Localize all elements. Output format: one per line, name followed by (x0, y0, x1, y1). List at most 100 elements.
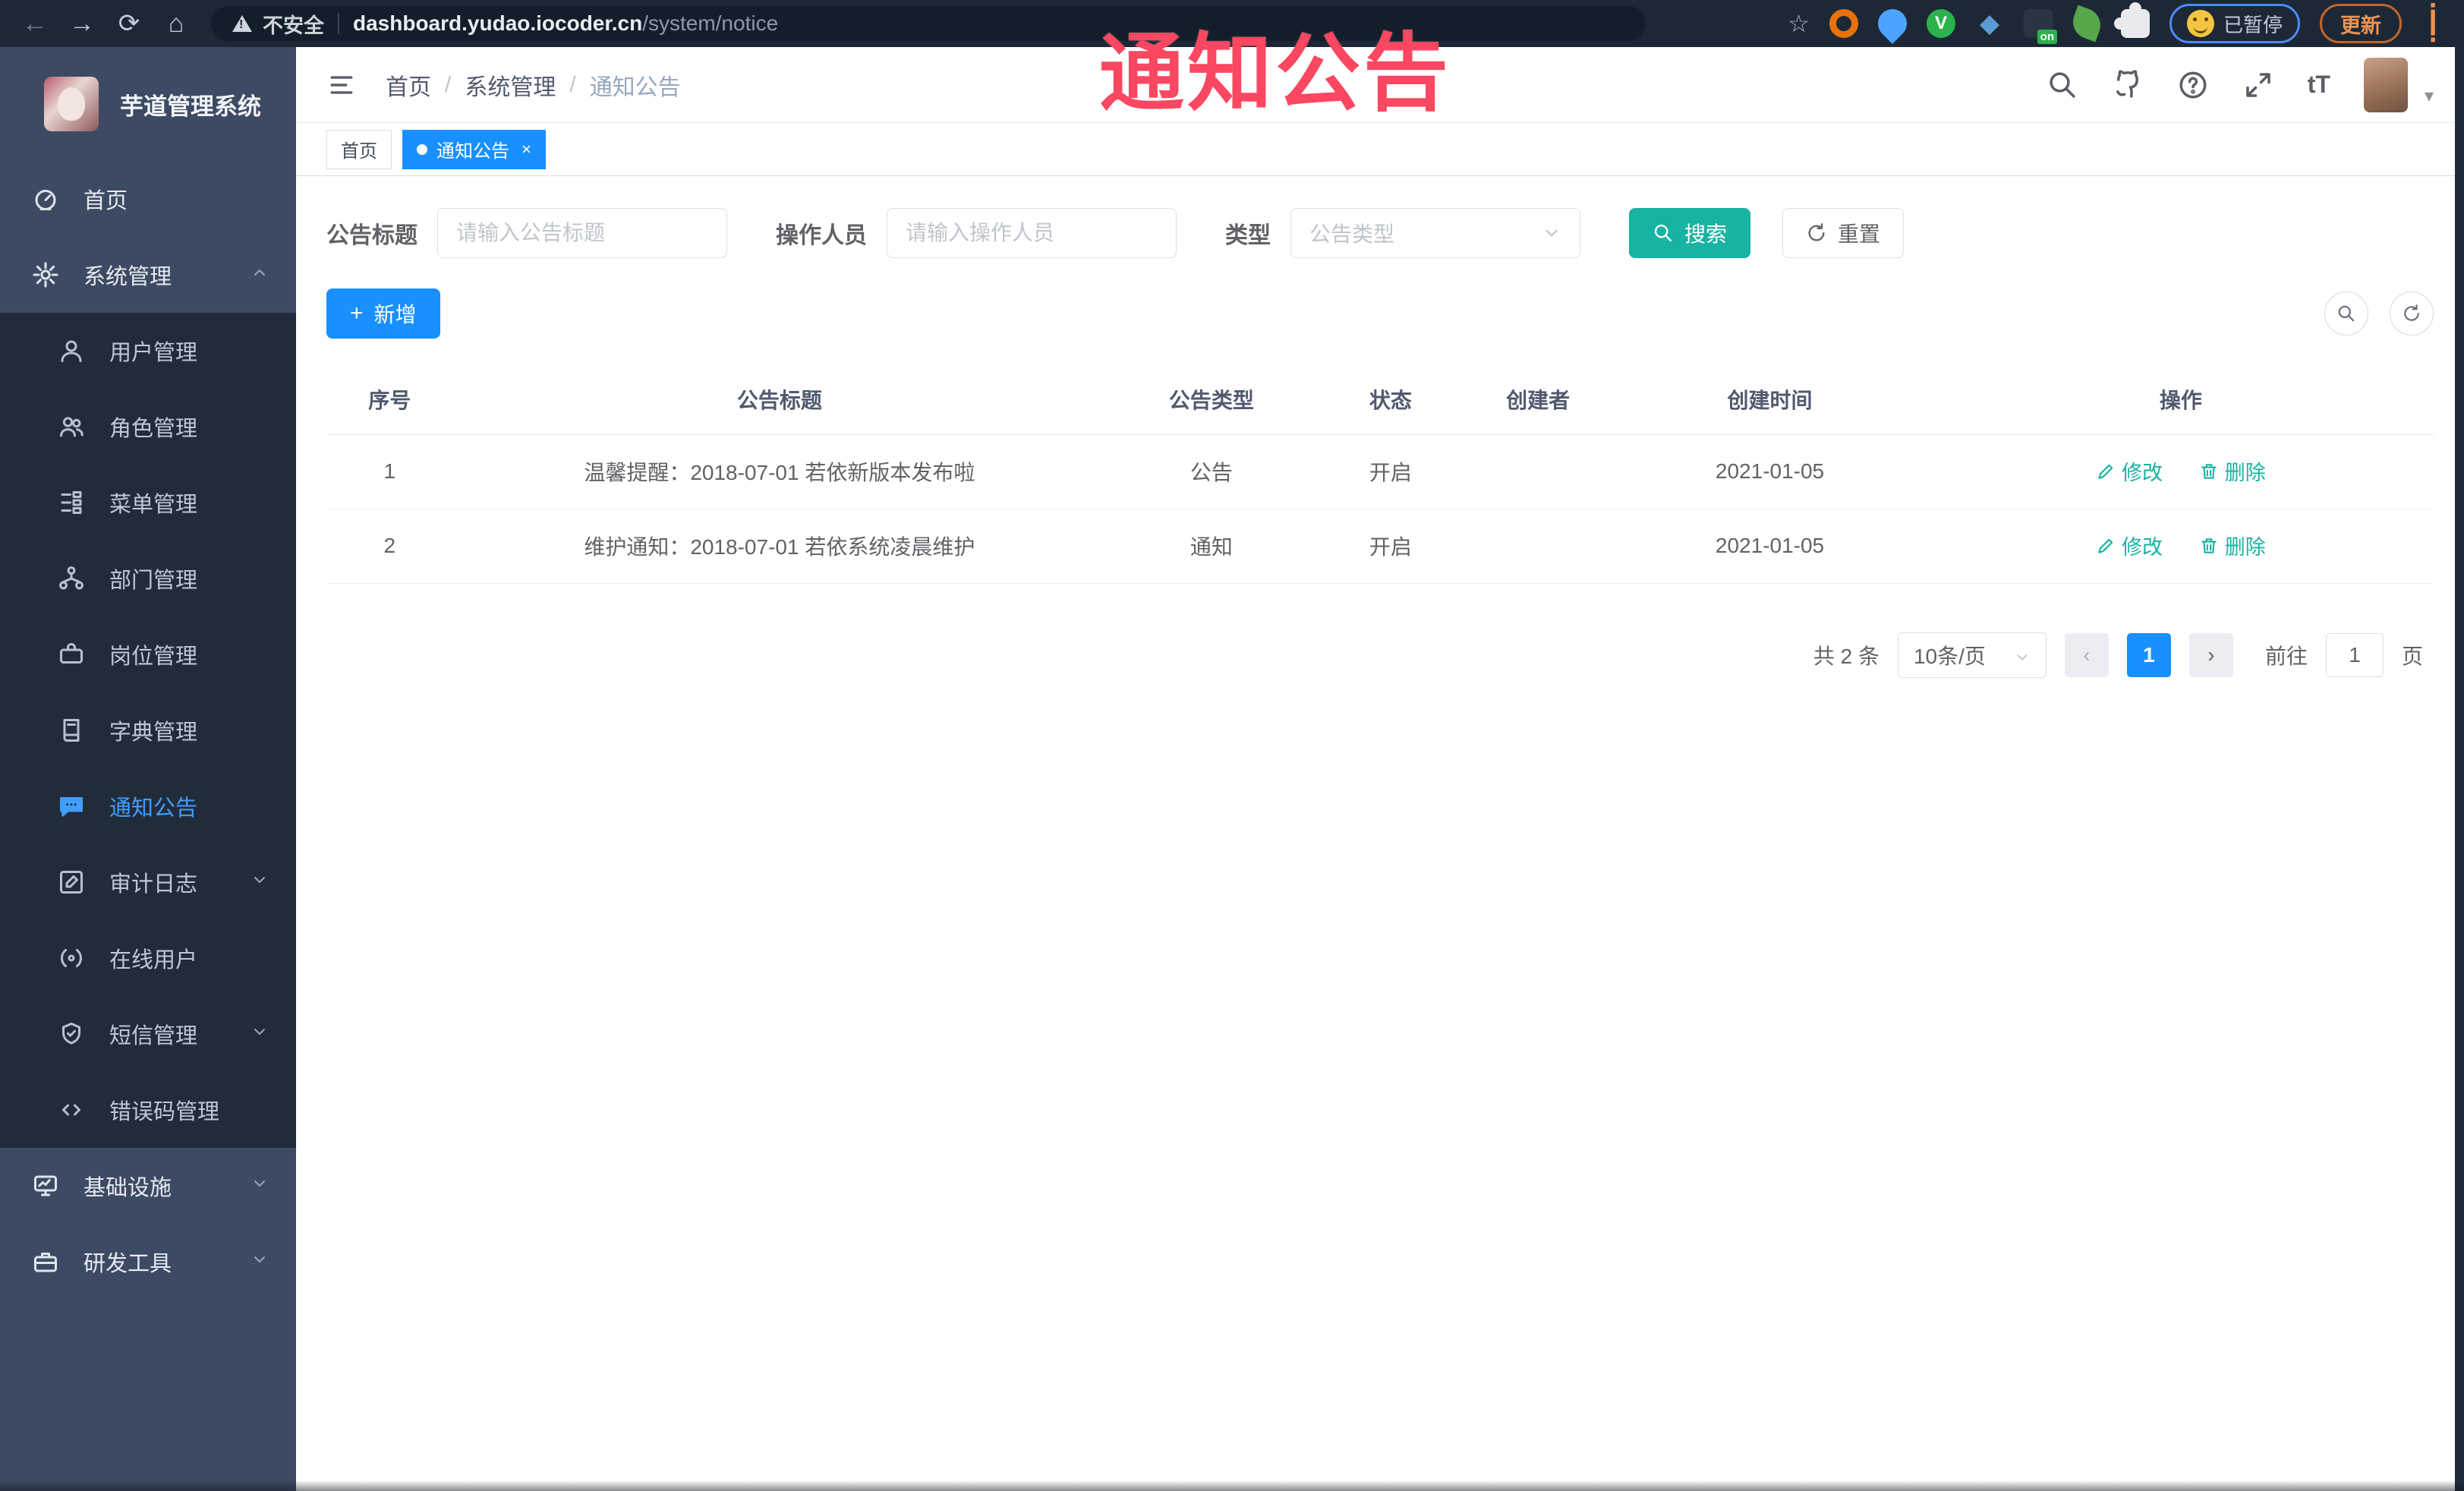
sidebar-item-label: 通知公告 (109, 796, 198, 821)
emoji-avatar-icon (2186, 10, 2214, 37)
edit-link[interactable]: 修改 (2096, 531, 2163, 560)
extensions-puzzle-icon[interactable] (2113, 2, 2150, 38)
dark-extension-icon[interactable]: on (2023, 9, 2057, 44)
page-size-select[interactable]: 10条/页 (1897, 632, 2047, 678)
delete-link[interactable]: 删除 (2199, 456, 2266, 486)
sidebar-item-audit-log[interactable]: 审计日志 (0, 844, 296, 920)
browser-update-button[interactable]: 更新 (2320, 4, 2402, 43)
search-icon[interactable] (2047, 69, 2078, 101)
diamond-extension-icon[interactable]: ◆ (1975, 9, 2004, 38)
address-bar[interactable]: 不安全 dashboard.yudao.iocoder.cn/system/no… (211, 6, 1646, 41)
breadcrumb-current: 通知公告 (589, 74, 681, 100)
chevron-down-icon (250, 1250, 269, 1275)
delete-label: 删除 (2224, 536, 2266, 560)
browser-back-icon[interactable]: ← (20, 9, 50, 39)
sidebar-item-dept-mgmt[interactable]: 部门管理 (0, 541, 296, 616)
sidebar-item-system-mgmt[interactable]: 系统管理 (0, 237, 296, 313)
leaf-extension-icon[interactable] (2068, 5, 2106, 43)
tab-home[interactable]: 首页 (326, 129, 392, 169)
col-title: 公告标题 (452, 364, 1107, 435)
sidebar-item-menu-mgmt[interactable]: 菜单管理 (0, 465, 296, 541)
fullscreen-icon[interactable] (2242, 69, 2274, 101)
sidebar-item-devtools[interactable]: 研发工具 (0, 1224, 296, 1300)
browser-home-icon[interactable]: ⌂ (161, 9, 191, 39)
sidebar-item-user-mgmt[interactable]: 用户管理 (0, 313, 296, 389)
tree-list-icon (58, 489, 85, 516)
edit-link[interactable]: 修改 (2096, 456, 2163, 486)
goto-page-input[interactable] (2325, 632, 2384, 677)
github-icon[interactable] (2112, 69, 2144, 101)
breadcrumb-separator: / (445, 71, 452, 97)
refresh-table-button[interactable] (2390, 292, 2434, 336)
search-button[interactable]: 搜索 (1629, 208, 1751, 258)
sidebar-item-label: 岗位管理 (109, 645, 198, 669)
goto-label: 前往 (2264, 644, 2308, 668)
main-area: 首页 / 系统管理 / 通知公告 tT ▾ 首页 通知公告 × 公告标题 请输入… (296, 47, 2464, 1491)
online-signal-icon (58, 944, 85, 972)
cell-created: 2021-01-05 (1612, 509, 1928, 584)
prev-page-button[interactable]: ‹ (2064, 632, 2109, 677)
cell-actions: 修改 删除 (1927, 434, 2434, 509)
add-button-label: 新增 (373, 303, 417, 326)
caret-down-icon: ▾ (2424, 86, 2434, 106)
current-page[interactable]: 1 (2126, 632, 2171, 677)
add-button[interactable]: + 新增 (326, 288, 440, 339)
operator-input[interactable] (887, 208, 1177, 258)
browser-reload-icon[interactable]: ⟳ (114, 8, 144, 39)
sidebar-item-online-users[interactable]: 在线用户 (0, 920, 296, 996)
breadcrumb-system[interactable]: 系统管理 (465, 68, 556, 102)
browser-forward-icon[interactable]: → (67, 9, 97, 39)
green-v-extension-icon[interactable]: V (1926, 9, 1955, 38)
sidebar-item-role-mgmt[interactable]: 角色管理 (0, 389, 296, 465)
sidebar-item-dict-mgmt[interactable]: 字典管理 (0, 692, 296, 768)
search-icon (1653, 222, 1674, 244)
hamburger-icon[interactable] (326, 72, 357, 98)
pin-extension-icon[interactable] (1872, 3, 1913, 44)
notice-title-input[interactable] (437, 208, 727, 258)
tab-label: 通知公告 (436, 141, 509, 162)
monitor-icon (32, 1172, 59, 1199)
profile-paused-chip[interactable]: 已暂停 (2169, 4, 2300, 43)
not-secure-label[interactable]: 不安全 (263, 9, 324, 39)
font-size-icon[interactable]: tT (2308, 71, 2330, 99)
delete-link[interactable]: 删除 (2199, 531, 2266, 560)
chevron-down-icon (250, 1022, 269, 1047)
tab-notice[interactable]: 通知公告 × (402, 129, 546, 169)
help-circle-icon[interactable] (2177, 69, 2209, 101)
cell-title: 维护通知：2018-07-01 若依系统凌晨维护 (452, 509, 1107, 584)
reset-button[interactable]: 重置 (1782, 208, 1905, 258)
bookmark-star-icon[interactable]: ☆ (1788, 9, 1810, 38)
chevron-down-icon (250, 870, 269, 895)
sidebar-item-errcode-mgmt[interactable]: 错误码管理 (0, 1072, 296, 1148)
orange-extension-icon[interactable] (1829, 9, 1858, 38)
app-logo[interactable]: 芋道管理系统 (0, 47, 296, 161)
next-page-button[interactable]: › (2188, 632, 2233, 677)
col-status: 状态 (1316, 364, 1465, 435)
reset-button-label: 重置 (1838, 222, 1881, 246)
cell-actions: 修改 删除 (1927, 509, 2434, 584)
window-bottom-edge (0, 1480, 2464, 1491)
dashboard-icon (32, 185, 59, 213)
notice-type-select[interactable]: 公告类型 (1290, 208, 1580, 258)
avatar[interactable] (2363, 57, 2408, 112)
close-icon[interactable]: × (521, 140, 531, 159)
browser-toolbar: ← → ⟳ ⌂ 不安全 dashboard.yudao.iocoder.cn/s… (0, 0, 2464, 47)
sidebar-item-label: 基础设施 (83, 1176, 172, 1200)
sidebar-item-sms-mgmt[interactable]: 短信管理 (0, 996, 296, 1072)
browser-menu-kebab-icon[interactable]: ⋮ ⋮ ⋮ (2421, 2, 2444, 46)
cell-type: 通知 (1106, 509, 1317, 584)
sidebar-item-home[interactable]: 首页 (0, 161, 296, 237)
table-row: 1 温馨提醒：2018-07-01 若依新版本发布啦 公告 开启 2021-01… (326, 434, 2434, 509)
col-creator: 创建者 (1464, 364, 1612, 435)
sidebar-item-infrastructure[interactable]: 基础设施 (0, 1148, 296, 1224)
paused-label: 已暂停 (2223, 13, 2283, 36)
toggle-search-button[interactable] (2324, 292, 2368, 336)
sidebar-item-notice[interactable]: 通知公告 (0, 768, 296, 844)
sidebar-item-label: 角色管理 (109, 417, 198, 441)
sidebar-item-label: 字典管理 (109, 720, 198, 745)
breadcrumb-separator: / (569, 71, 576, 97)
sidebar-item-post-mgmt[interactable]: 岗位管理 (0, 616, 296, 692)
breadcrumb-home[interactable]: 首页 (386, 68, 431, 102)
edit-label: 修改 (2121, 462, 2163, 485)
total-count: 共 2 条 (1813, 644, 1880, 668)
